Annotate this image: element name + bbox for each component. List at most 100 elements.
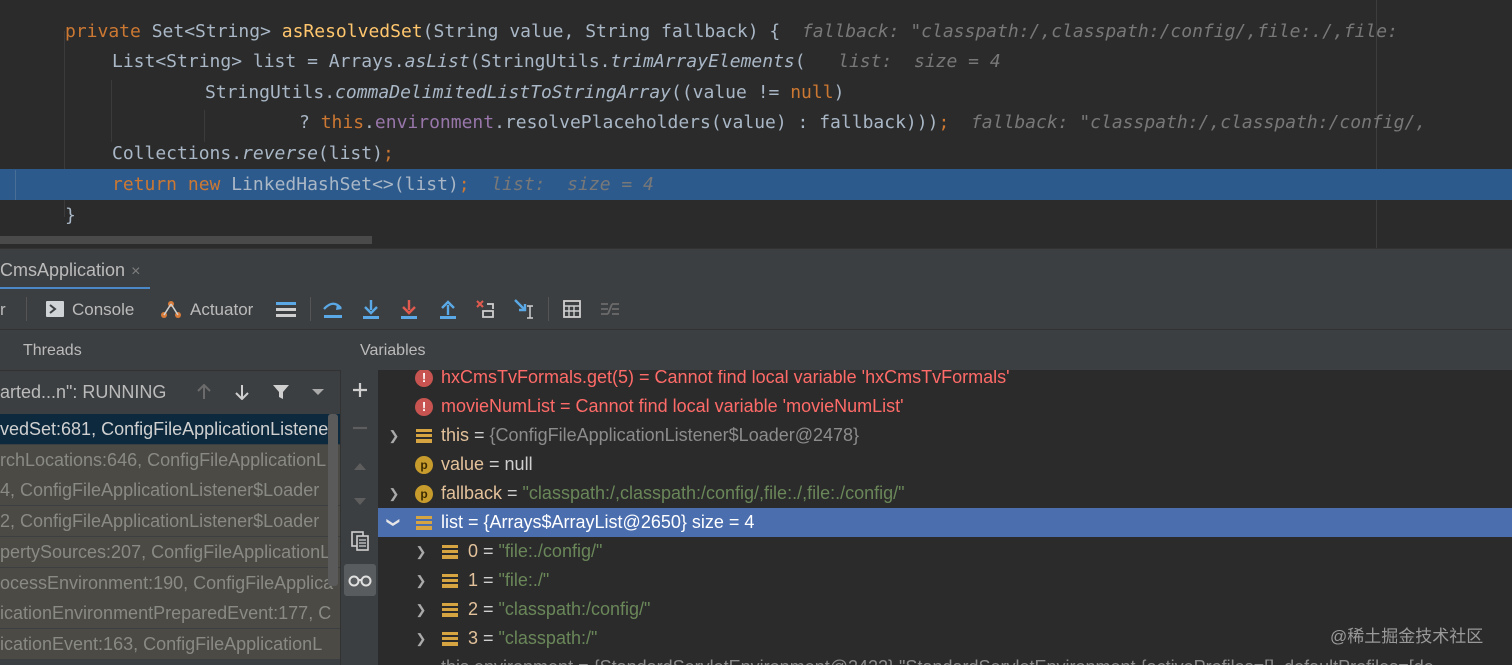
variable-value: null (504, 454, 533, 474)
arrow-down-icon[interactable] (234, 384, 250, 400)
expand-arrow-icon[interactable]: ❯ (414, 595, 428, 624)
variable-row[interactable]: ❯ 0 = "file:./config/" (378, 537, 1512, 566)
code-line-2[interactable]: List<String> list = Arrays.asList(String… (0, 46, 1512, 77)
parameter-icon: p (415, 456, 433, 474)
code-text: Set<String> (151, 21, 282, 42)
arrow-up-icon[interactable] (196, 384, 212, 400)
expand-arrow-icon[interactable]: ❯ (414, 624, 428, 653)
frame-item-label: icationEnvironmentPreparedEvent:177, C (0, 603, 332, 623)
filter-icon[interactable] (272, 383, 290, 401)
frame-item[interactable]: icationEnvironmentPreparedEvent:177, C (0, 598, 340, 628)
variable-row[interactable]: this.environment = {StandardServletEnvir… (378, 653, 1512, 665)
code-line-3[interactable]: StringUtils.commaDelimitedListToStringAr… (0, 77, 1512, 108)
semicolon: ; (382, 143, 394, 164)
code-text: LinkedHashSet<>(list) (231, 174, 459, 195)
keyword: null (790, 82, 834, 103)
variable-row[interactable]: ❯ 2 = "classpath:/config/" (378, 595, 1512, 624)
variable-value: this.environment = {StandardServletEnvir… (441, 657, 1434, 665)
force-step-into-icon[interactable] (398, 298, 420, 320)
frame-item-label: icationEvent:163, ConfigFileApplicationL (0, 634, 323, 654)
thread-selector-label: arted...n": RUNNING (0, 382, 167, 402)
variable-error-message: Cannot find local variable 'hxCmsTvForma… (654, 370, 1010, 387)
chevron-down-icon[interactable] (311, 387, 325, 397)
code-text: ((value != (671, 82, 791, 103)
code-line-7[interactable]: } (0, 200, 1512, 231)
code-text: } (65, 205, 76, 226)
variable-row[interactable]: p value = null (378, 450, 1512, 479)
keyword: private (65, 21, 152, 42)
expand-arrow-icon[interactable]: ❯ (414, 537, 428, 566)
variable-name: value (441, 454, 485, 474)
variable-value: {Arrays$ArrayList@2650} (483, 512, 687, 532)
remove-watch-icon[interactable] (341, 412, 379, 444)
frame-item-label: rchLocations:646, ConfigFileApplicationL (0, 450, 327, 470)
move-down-icon[interactable] (341, 486, 379, 518)
threads-header-label: Threads (23, 342, 82, 359)
step-into-icon[interactable] (360, 298, 382, 320)
editor-horizontal-scrollbar[interactable] (0, 236, 372, 244)
expand-arrow-icon[interactable]: ❯ (414, 566, 428, 595)
run-to-cursor-icon[interactable] (513, 298, 535, 320)
error-icon: ! (415, 398, 433, 416)
copy-icon[interactable] (341, 525, 379, 557)
tab-debugger[interactable]: r (0, 289, 6, 329)
code-text: ) (833, 82, 845, 103)
equals-sign: = (634, 370, 655, 387)
variable-value: "file:./" (498, 570, 550, 590)
variable-row[interactable]: ! movieNumList = Cannot find local varia… (378, 392, 1512, 421)
field-name: environment (374, 112, 495, 133)
code-text: StringUtils. (205, 82, 336, 103)
code-line-6-execution-point[interactable]: return new LinkedHashSet<>(list); list: … (0, 169, 1512, 200)
drop-frame-icon[interactable] (475, 298, 497, 320)
expand-arrow-icon[interactable]: ❯ (387, 421, 401, 450)
variable-row[interactable]: ❯ 1 = "file:./" (378, 566, 1512, 595)
step-out-icon[interactable] (437, 298, 459, 320)
error-icon: ! (415, 370, 433, 387)
variable-row[interactable]: ❯ p fallback = "classpath:/,classpath:/c… (378, 479, 1512, 508)
move-up-icon[interactable] (341, 450, 379, 482)
equals-sign: = (502, 483, 523, 503)
trace-stream-icon[interactable] (599, 298, 621, 320)
variable-name: 0 (468, 541, 479, 561)
inline-value-hint: fallback: "classpath:/,classpath:/config… (801, 21, 1398, 42)
code-line-1[interactable]: private Set<String> asResolvedSet(String… (0, 16, 1512, 47)
method-call: commaDelimitedListToStringArray (335, 82, 671, 103)
frame-item[interactable]: 2, ConfigFileApplicationListener$Loader (0, 506, 340, 536)
object-field-icon (416, 429, 432, 443)
code-line-4[interactable]: ? this.environment.resolvePlaceholders(v… (0, 107, 1512, 138)
keyword: return (112, 174, 188, 195)
frame-item[interactable]: ocessEnvironment:190, ConfigFileApplica (0, 568, 340, 598)
watches-toggle-icon[interactable] (344, 564, 376, 596)
add-watch-icon[interactable] (341, 374, 379, 406)
keyword: new (187, 174, 232, 195)
frame-item[interactable]: rchLocations:646, ConfigFileApplicationL (0, 445, 340, 475)
code-line-5[interactable]: Collections.reverse(list); (0, 138, 1512, 169)
evaluate-expression-icon[interactable] (561, 298, 583, 320)
tab-actuator[interactable]: Actuator (160, 289, 253, 329)
equals-sign: = (463, 512, 484, 532)
method-call: reverse (242, 143, 318, 164)
expand-arrow-icon[interactable]: ❯ (387, 479, 401, 508)
frame-item[interactable]: icationEvent:163, ConfigFileApplicationL (0, 629, 340, 659)
frames-scrollbar[interactable] (328, 414, 338, 586)
layout-menu-icon[interactable] (275, 298, 297, 320)
run-config-tab[interactable]: CmsApplication × (0, 249, 151, 290)
toolbar-separator (310, 297, 311, 321)
frame-item[interactable]: 4, ConfigFileApplicationListener$Loader (0, 475, 340, 505)
step-over-icon[interactable] (322, 298, 344, 320)
variable-row-selected[interactable]: ❯ list = {Arrays$ArrayList@2650} size = … (378, 508, 1512, 537)
collapse-arrow-icon[interactable]: ❯ (380, 516, 409, 530)
toolbar-separator (548, 297, 549, 321)
variable-error-message: Cannot find local variable 'movieNumList… (575, 396, 904, 416)
close-icon[interactable]: × (131, 263, 140, 280)
variable-name: this (441, 425, 470, 445)
tab-console[interactable]: Console (46, 289, 134, 329)
frame-item[interactable]: vedSet:681, ConfigFileApplicationListene (0, 414, 340, 444)
variable-row[interactable]: ❯ this = {ConfigFileApplicationListener$… (378, 421, 1512, 450)
object-field-icon (442, 545, 458, 559)
thread-selector[interactable]: arted...n": RUNNING (0, 371, 340, 413)
code-editor[interactable]: private Set<String> asResolvedSet(String… (0, 0, 1512, 248)
equals-sign: = (484, 454, 505, 474)
variable-row[interactable]: ! hxCmsTvFormals.get(5) = Cannot find lo… (378, 370, 1512, 392)
frame-item[interactable]: pertySources:207, ConfigFileApplicationL (0, 537, 340, 567)
